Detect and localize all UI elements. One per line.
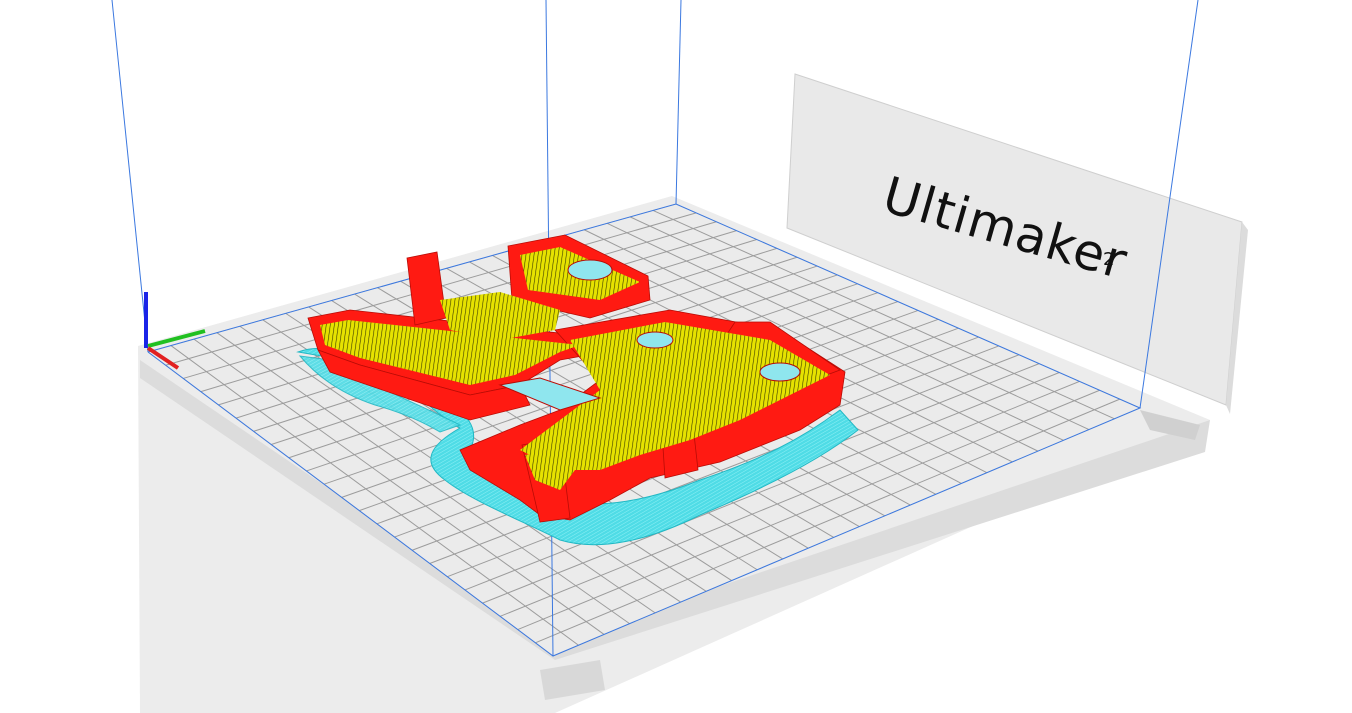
3d-viewport[interactable]: Ultimaker 2 — [0, 0, 1352, 713]
printer-model-superscript: 2 — [1103, 249, 1114, 270]
